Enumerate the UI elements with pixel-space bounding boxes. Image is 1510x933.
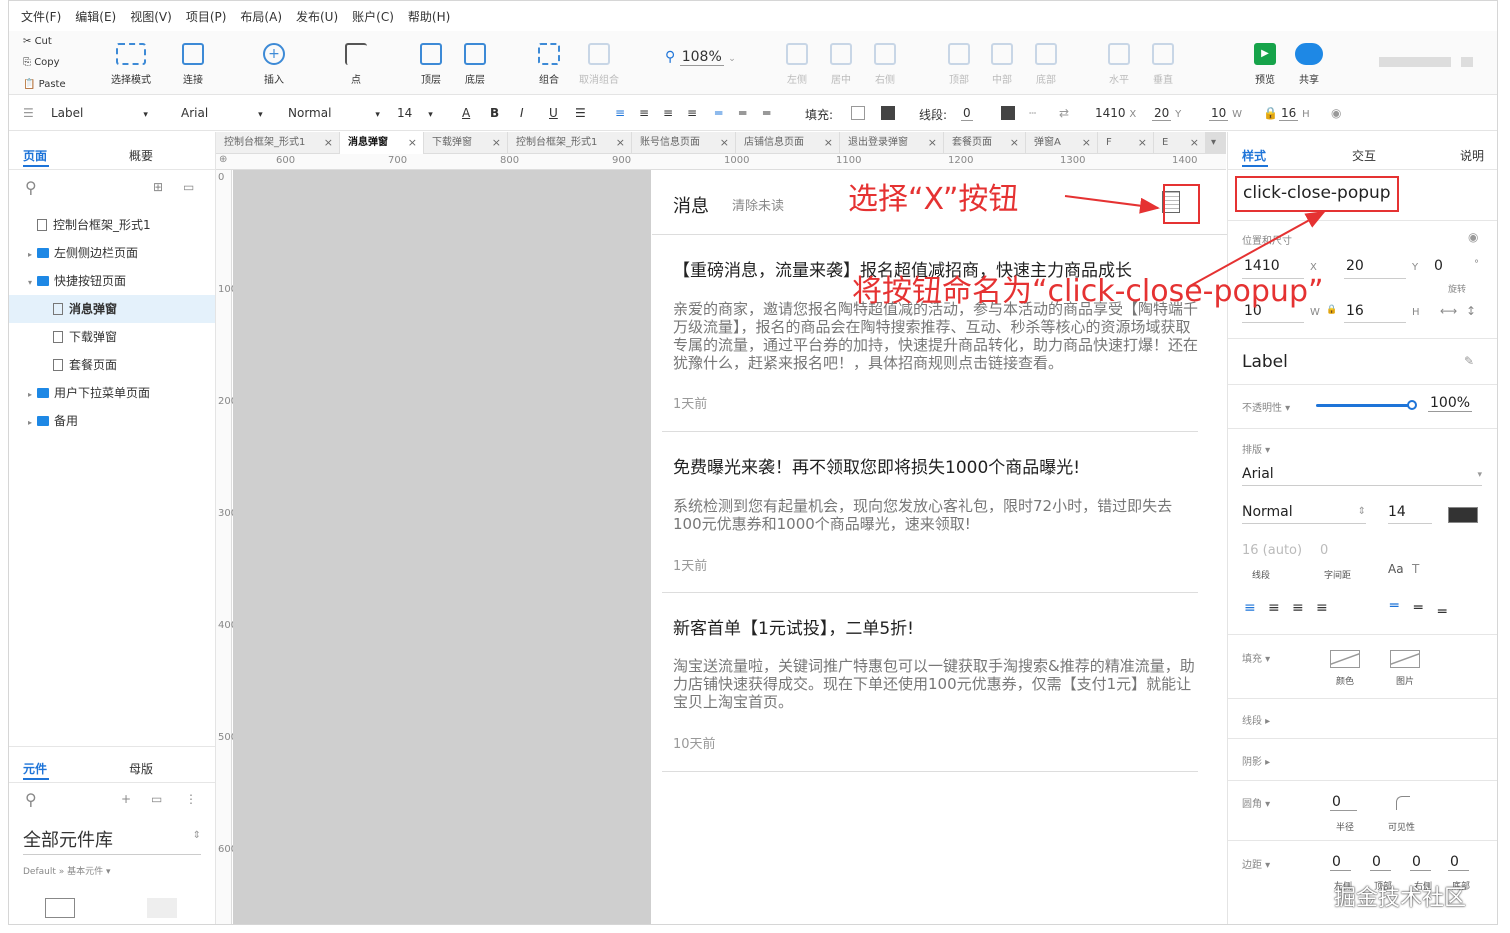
arrow-to-name-field [1189,211,1326,287]
annotation-arrows [1064,195,1326,287]
watermark-text: 掘金技术社区 [1334,886,1467,911]
arrow-to-x-button [1064,195,1160,214]
